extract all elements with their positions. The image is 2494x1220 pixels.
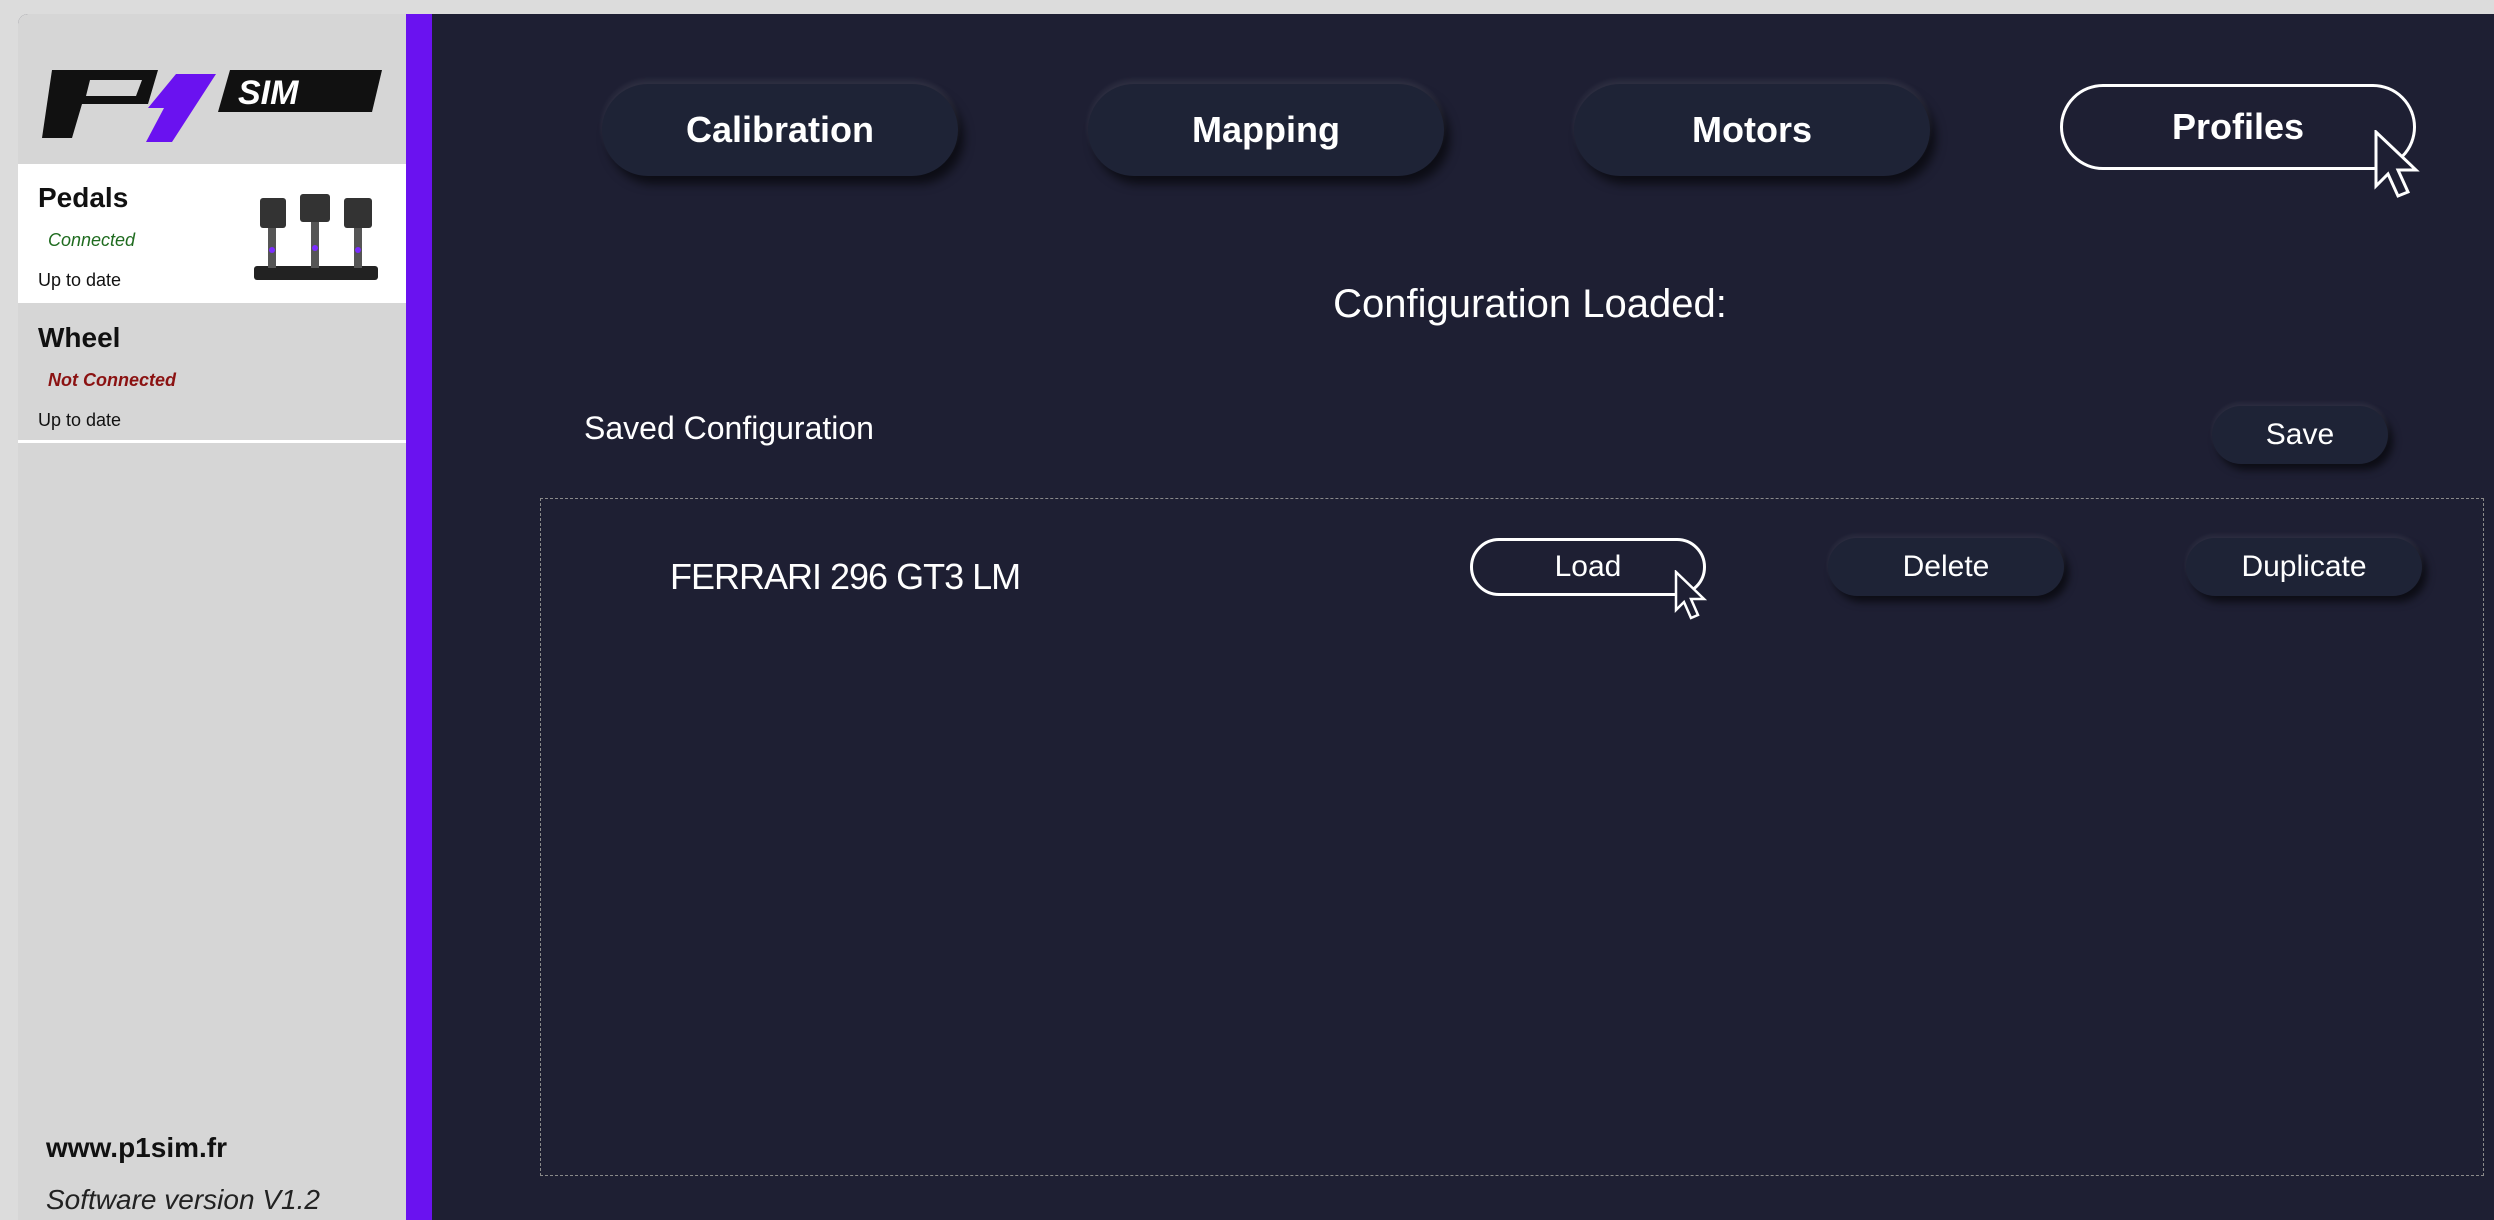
connection-status: Not Connected [48,370,176,390]
website-link[interactable]: www.p1sim.fr [46,1132,227,1164]
svg-text:SIM: SIM [238,74,299,112]
tab-profiles[interactable]: Profiles [2060,84,2416,170]
accent-divider [406,14,432,1220]
device-wheel[interactable]: Wheel Not Connected Up to date [18,304,406,443]
tab-mapping[interactable]: Mapping [1088,84,1444,176]
app-window: SIM Pedals Connected Up to date Wheel No… [18,14,2494,1220]
sidebar: SIM Pedals Connected Up to date Wheel No… [18,14,406,1220]
profile-list [540,498,2484,1176]
tab-motors[interactable]: Motors [1574,84,1930,176]
cursor-arrow-icon [1674,570,1708,620]
update-status: Up to date [38,410,122,430]
duplicate-button[interactable]: Duplicate [2186,538,2422,596]
configuration-loaded-title: Configuration Loaded: [1333,282,1727,326]
device-pedals[interactable]: Pedals Connected Up to date [18,164,406,303]
save-button[interactable]: Save [2212,406,2388,464]
delete-button[interactable]: Delete [1828,538,2064,596]
device-name: Wheel [38,322,121,353]
saved-configuration-label: Saved Configuration [584,410,874,446]
pedals-image [254,194,378,280]
software-version: Software version V1.2 [46,1184,320,1215]
update-status: Up to date [38,270,122,290]
connection-status: Connected [48,230,136,250]
device-name: Pedals [38,182,129,213]
p1sim-logo: SIM [42,70,382,142]
cursor-arrow-icon [2374,130,2420,198]
tab-calibration[interactable]: Calibration [602,84,958,176]
load-button[interactable]: Load [1470,538,1706,596]
profile-name: FERRARI 296 GT3 LM [670,556,1021,597]
